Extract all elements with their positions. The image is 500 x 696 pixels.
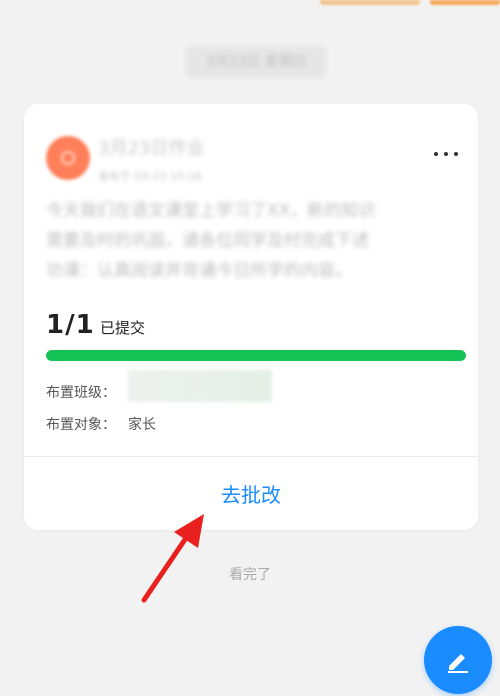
homework-meta: 发布于 03-23 15:16 [98,170,202,183]
description-line: 今天我们在语文课堂上学习了XX，新的知识 [46,201,376,221]
homework-description: 今天我们在语文课堂上学习了XX，新的知识 需要及时的巩固，请各位同学及时完成下述… [46,196,458,286]
more-horizontal-icon[interactable] [432,144,460,164]
end-of-list-text: 看完了 [229,567,271,583]
assigned-class-value-redacted [128,370,272,402]
homework-card: 3月23日作业 发布于 03-23 15:16 今天我们在语文课堂上学习了XX，… [24,104,478,530]
assigned-target-label: 布置对象： [46,417,116,433]
submission-count: 1/1 [46,310,95,340]
homework-title: 3月23日作业 [98,138,205,159]
divider [24,456,478,457]
description-line: 需要及时的巩固，请各位同学及时完成下述 [46,231,369,251]
submission-progress-bar [46,350,466,361]
previous-card-edge [0,0,500,6]
annotation-arrow [141,514,204,603]
date-separator: 3月23日 星期日 [186,46,326,78]
description-line: 功课：认真阅读并背诵今日所学的内容。 [46,261,352,281]
avatar [46,136,90,180]
thumbnail-edge [430,0,500,5]
assigned-class-label: 布置班级： [46,385,116,401]
thumbnail-edge [320,0,420,5]
pencil-icon [448,654,468,673]
submission-status: 已提交 [100,319,146,337]
edit-button[interactable] [424,626,492,694]
progress-fill [46,350,466,361]
grade-button[interactable]: 去批改 [24,458,478,530]
assigned-target-value: 家长 [128,417,156,433]
